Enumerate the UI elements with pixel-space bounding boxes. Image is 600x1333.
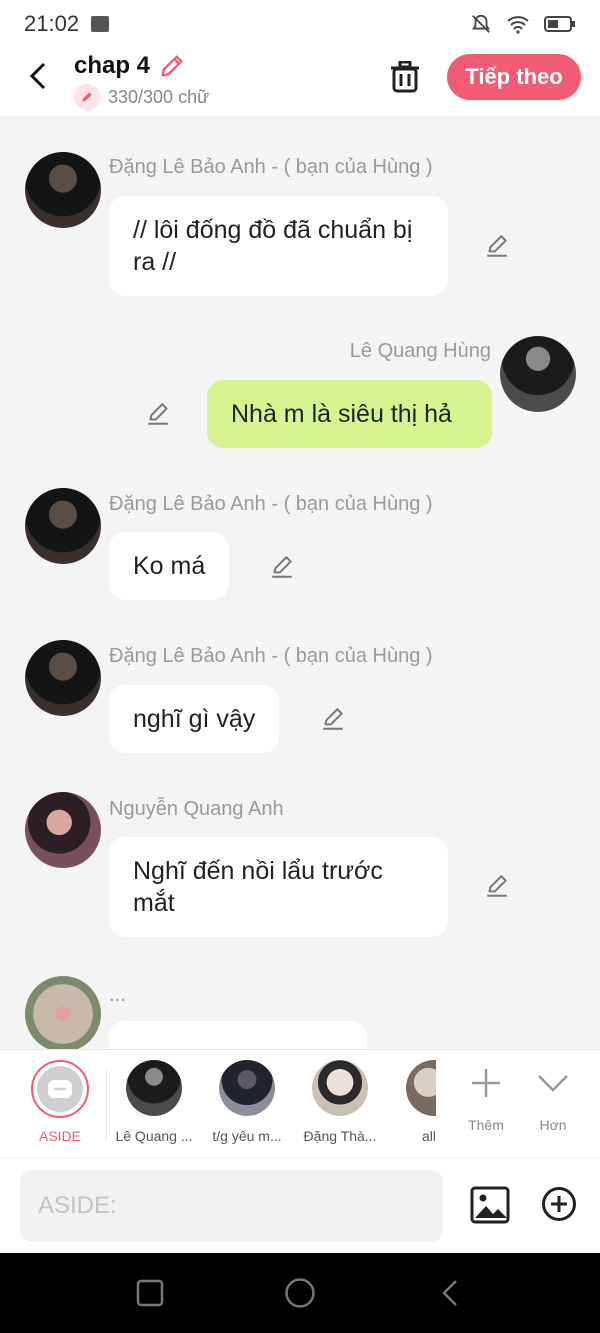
header: chap 4 330/300 chữ Tiếp theo bbox=[0, 48, 600, 116]
sender-name: Lê Quang Hùng bbox=[349, 340, 491, 362]
edit-message-button[interactable] bbox=[143, 399, 173, 429]
plus-circle-icon bbox=[542, 1187, 576, 1221]
bell-off-icon bbox=[471, 14, 491, 33]
back-button[interactable] bbox=[20, 58, 56, 94]
plus-icon bbox=[472, 1069, 500, 1097]
edit-message-button[interactable] bbox=[267, 552, 297, 582]
expand-button[interactable]: Hơn bbox=[530, 1060, 576, 1133]
character-name: Đặng Thà... bbox=[303, 1128, 377, 1144]
more-label: Thêm bbox=[468, 1117, 504, 1133]
char-count: 330/300 chữ bbox=[108, 86, 210, 107]
character-aside[interactable]: ASIDE bbox=[24, 1060, 96, 1144]
recents-icon[interactable] bbox=[136, 1279, 164, 1307]
character-item[interactable]: t/g yêu m... bbox=[204, 1060, 290, 1144]
sender-name: ... bbox=[109, 984, 126, 1006]
add-button[interactable] bbox=[541, 1186, 577, 1222]
message-bubble[interactable] bbox=[109, 1021, 367, 1049]
character-item[interactable]: all bbox=[398, 1060, 436, 1144]
sender-name: Đặng Lê Bảo Anh - ( bạn của Hùng ) bbox=[109, 156, 433, 178]
pencil-icon bbox=[148, 403, 168, 425]
sender-name: Đặng Lê Bảo Anh - ( bạn của Hùng ) bbox=[109, 645, 433, 667]
sender-name: Nguyễn Quang Anh bbox=[109, 798, 284, 820]
edit-message-button[interactable] bbox=[318, 704, 348, 734]
pencil-icon bbox=[323, 708, 343, 730]
sender-name: Đặng Lê Bảo Anh - ( bạn của Hùng ) bbox=[109, 493, 433, 515]
chapter-title: chap 4 bbox=[74, 52, 151, 79]
pencil-icon bbox=[487, 875, 507, 897]
status-bar: 21:02 bbox=[0, 0, 600, 48]
next-button[interactable]: Tiếp theo bbox=[447, 54, 581, 100]
avatar[interactable] bbox=[25, 976, 101, 1049]
add-character-button[interactable]: Thêm bbox=[460, 1060, 512, 1133]
message-icon bbox=[48, 1080, 72, 1098]
message-bubble[interactable]: Nhà m là siêu thị hả bbox=[207, 380, 492, 448]
system-nav-bar bbox=[0, 1253, 600, 1333]
avatar[interactable] bbox=[25, 488, 101, 564]
message-bubble[interactable]: nghĩ gì vậy bbox=[109, 685, 280, 753]
image-notification-icon bbox=[91, 16, 110, 32]
character-name: t/g yêu m... bbox=[212, 1128, 282, 1144]
trash-icon bbox=[391, 61, 419, 93]
message-bubble[interactable]: // lôi đống đồ đã chuẩn bị ra // bbox=[109, 196, 448, 296]
chevron-left-icon bbox=[29, 62, 46, 90]
avatar bbox=[126, 1060, 182, 1116]
collapse-label: Hơn bbox=[539, 1117, 567, 1133]
character-selector: ASIDE Lê Quang ... t/g yêu m... Đặng Thà… bbox=[0, 1049, 600, 1157]
wifi-icon bbox=[507, 16, 529, 34]
pencil-icon bbox=[487, 235, 507, 257]
status-time: 21:02 bbox=[24, 11, 80, 36]
avatar[interactable] bbox=[25, 640, 101, 716]
message-input[interactable] bbox=[20, 1170, 443, 1242]
chat-area[interactable]: Đặng Lê Bảo Anh - ( bạn của Hùng ) // lô… bbox=[0, 116, 600, 1049]
divider bbox=[106, 1070, 107, 1142]
avatar[interactable] bbox=[25, 792, 101, 868]
pencil-icon bbox=[161, 55, 183, 77]
avatar bbox=[219, 1060, 275, 1116]
edit-message-button[interactable] bbox=[482, 231, 512, 261]
avatar bbox=[406, 1060, 436, 1116]
message-bubble[interactable]: Nghĩ đến nồi lẩu trước mắt bbox=[109, 837, 448, 937]
image-button[interactable] bbox=[470, 1186, 510, 1224]
character-name: Lê Quang ... bbox=[115, 1128, 193, 1144]
input-bar bbox=[0, 1157, 600, 1253]
chapter-title-row[interactable]: chap 4 bbox=[74, 52, 209, 80]
edit-message-button[interactable] bbox=[482, 871, 512, 901]
avatar bbox=[312, 1060, 368, 1116]
back-nav-icon[interactable] bbox=[440, 1279, 460, 1307]
avatar[interactable] bbox=[25, 152, 101, 228]
avatar[interactable] bbox=[500, 336, 576, 412]
battery-icon bbox=[544, 16, 575, 32]
character-name: all bbox=[421, 1128, 436, 1144]
delete-button[interactable] bbox=[386, 58, 424, 96]
pencil-badge-icon bbox=[74, 84, 100, 110]
home-icon[interactable] bbox=[284, 1277, 316, 1309]
character-item[interactable]: Đặng Thà... bbox=[298, 1060, 382, 1144]
image-icon bbox=[470, 1186, 510, 1224]
character-item[interactable]: Lê Quang ... bbox=[112, 1060, 196, 1144]
chevron-down-icon bbox=[538, 1075, 568, 1092]
aside-label: ASIDE bbox=[38, 1128, 81, 1144]
message-bubble[interactable]: Ko má bbox=[109, 532, 230, 600]
pencil-icon bbox=[272, 556, 292, 578]
